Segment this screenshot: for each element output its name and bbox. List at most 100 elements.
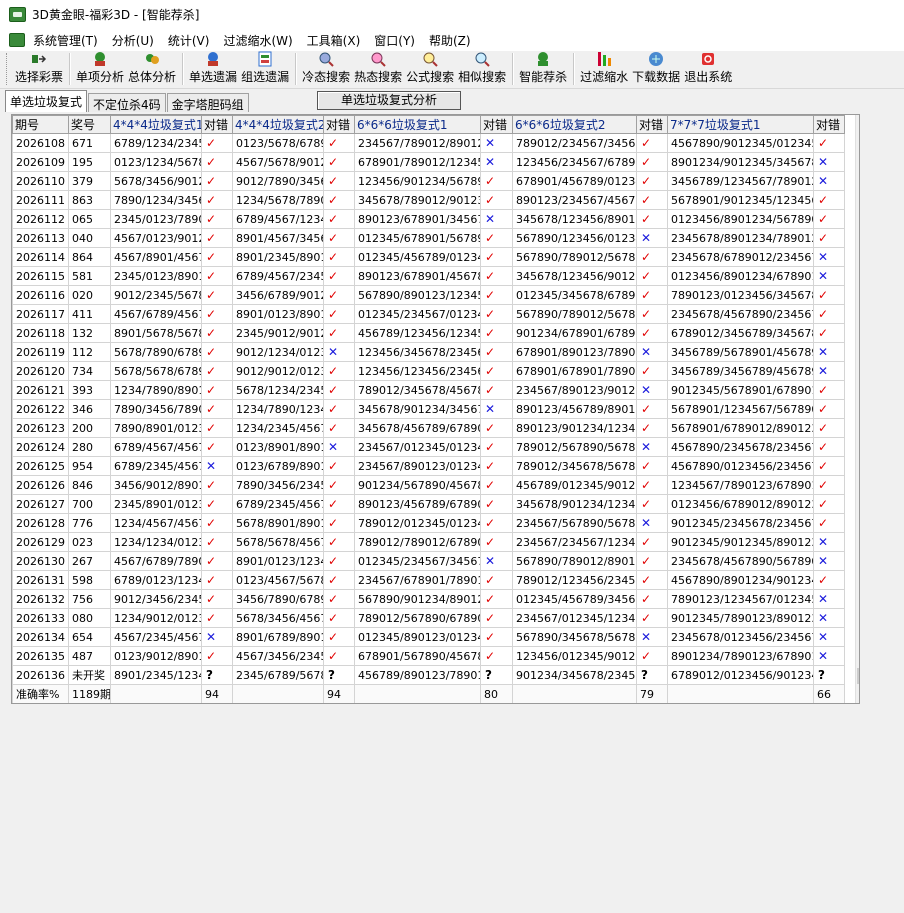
combo-cell: 9012/3456/2345 xyxy=(110,589,202,609)
correct-mark-icon: ✓ xyxy=(201,418,233,438)
table-row[interactable]: 2026116 020 9012/2345/5678 ✓ 3456/6789/9012 ✓… xyxy=(12,285,845,305)
table-row[interactable]: 2026136 未开奖 8901/2345/1234? 2345/6789/5678?… xyxy=(12,665,845,685)
menu-system[interactable]: 系统管理(T) xyxy=(33,32,98,49)
combo-cell: 234567/567890/567890 xyxy=(512,513,637,533)
toolbar-grip[interactable] xyxy=(6,53,9,85)
period-cell: 2026133 xyxy=(12,608,69,628)
cold-search-button[interactable]: 冷态搜索 xyxy=(300,50,352,88)
menu-toolbox[interactable]: 工具箱(X) xyxy=(307,32,361,49)
mdi-child-icon[interactable] xyxy=(9,33,25,47)
col-header-prize[interactable]: 奖号 xyxy=(68,115,111,134)
menu-statistics[interactable]: 统计(V) xyxy=(168,32,210,49)
period-cell: 2026114 xyxy=(12,247,69,267)
period-cell: 2026131 xyxy=(12,570,69,590)
table-row[interactable]: 2026127 700 2345/8901/0123 ✓ 6789/2345/4567 ✓… xyxy=(12,494,845,514)
table-row[interactable]: 2026126 846 3456/9012/8901 ✓ 7890/3456/2345 ✓… xyxy=(12,475,845,495)
table-row[interactable]: 2026112 065 2345/0123/7890 ✓ 6789/4567/1234 ✓… xyxy=(12,209,845,229)
col-header-combo[interactable]: 4*4*4垃圾复式1 xyxy=(110,115,202,134)
combo-cell: 012345/345678/678901 xyxy=(512,285,637,305)
tab-pyramid[interactable]: 金字塔胆码组 xyxy=(166,93,249,112)
overall-analysis-button[interactable]: 总体分析 xyxy=(126,50,178,88)
scroll-thumb[interactable] xyxy=(857,668,859,684)
menu-analysis[interactable]: 分析(U) xyxy=(112,32,154,49)
col-header-result[interactable]: 对错 xyxy=(636,115,668,134)
vertical-scrollbar[interactable]: ▲ ▼ xyxy=(855,115,859,703)
col-header-combo[interactable]: 7*7*7垃圾复式1 xyxy=(667,115,814,134)
correct-mark-icon: ✓ xyxy=(323,475,355,495)
single-omission-button[interactable]: 单选遗漏 xyxy=(187,50,239,88)
combo-cell: 890123/456789/678901 xyxy=(354,494,481,514)
combo-cell: 8901/0123/1234 xyxy=(232,551,324,571)
prize-cell: 280 xyxy=(68,437,111,457)
table-row[interactable]: 2026122 346 7890/3456/7890 ✓ 1234/7890/1234 ✓… xyxy=(12,399,845,419)
table-row[interactable]: 2026132 756 9012/3456/2345 ✓ 3456/7890/6789 ✓… xyxy=(12,589,845,609)
table-row[interactable]: 2026117 411 4567/6789/4567 ✓ 8901/0123/8901 ✓… xyxy=(12,304,845,324)
table-row[interactable]: 2026121 393 1234/7890/8901 ✓ 5678/1234/2345 ✓… xyxy=(12,380,845,400)
download-button[interactable]: 下载数据 xyxy=(630,50,682,88)
period-cell: 2026135 xyxy=(12,646,69,666)
table-row[interactable]: 2026123 200 7890/8901/0123 ✓ 1234/2345/4567 ✓… xyxy=(12,418,845,438)
col-header-result[interactable]: 对错 xyxy=(813,115,845,134)
smart-kill-button[interactable]: 智能荐杀 xyxy=(517,50,569,88)
menu-window[interactable]: 窗口(Y) xyxy=(374,32,415,49)
analyze-button[interactable]: 单选垃圾复式分析 xyxy=(317,91,461,110)
table-row[interactable]: 2026135 487 0123/9012/8901 ✓ 4567/3456/2345 ✓… xyxy=(12,646,845,666)
select-lottery-button[interactable]: 选择彩票 xyxy=(13,50,65,88)
combo-cell: 2345/6789/5678 xyxy=(232,665,324,685)
tab-single-garbage[interactable]: 单选垃圾复式 xyxy=(5,90,88,112)
tab-kill-4[interactable]: 不定位杀4码 xyxy=(88,93,166,112)
menu-filter[interactable]: 过滤缩水(W) xyxy=(223,32,292,49)
table-row[interactable]: 2026129 023 1234/1234/0123 ✓ 5678/5678/4567 ✓… xyxy=(12,532,845,552)
table-row[interactable]: 2026125 954 6789/2345/4567 ✕ 0123/6789/8901 ✓… xyxy=(12,456,845,476)
exit-button[interactable]: 退出系统 xyxy=(682,50,734,88)
col-header-result[interactable]: 对错 xyxy=(480,115,513,134)
combo-cell: 5678/3456/4567 xyxy=(232,608,324,628)
combo-cell: 8901234/7890123/6789012 xyxy=(667,646,814,666)
prize-cell: 487 xyxy=(68,646,111,666)
accuracy-cell: 1189期 xyxy=(68,684,111,703)
menu-help[interactable]: 帮助(Z) xyxy=(429,32,471,49)
scroll-down-icon[interactable]: ▼ xyxy=(856,686,859,703)
hot-search-button[interactable]: 热态搜索 xyxy=(352,50,404,88)
toolbar-label: 总体分析 xyxy=(128,70,177,84)
col-header-combo[interactable]: 6*6*6垃圾复式2 xyxy=(512,115,637,134)
table-row[interactable]: 2026130 267 4567/6789/7890 ✓ 8901/0123/1234 ✓… xyxy=(12,551,845,571)
table-row[interactable]: 2026119 112 5678/7890/6789 ✓ 9012/1234/0123 ✕… xyxy=(12,342,845,362)
filter-button[interactable]: 过滤缩水 xyxy=(578,50,630,88)
table-row[interactable]: 2026131 598 6789/0123/1234 ✓ 0123/4567/5678 ✓… xyxy=(12,570,845,590)
combo-cell: 0123/5678/6789 xyxy=(232,133,324,153)
table-row[interactable]: 2026128 776 1234/4567/4567 ✓ 5678/8901/8901 ✓… xyxy=(12,513,845,533)
table-row[interactable]: 2026114 864 4567/8901/4567 ✓ 8901/2345/8901 ✓… xyxy=(12,247,845,267)
col-header-combo[interactable]: 4*4*4垃圾复式2 xyxy=(232,115,324,134)
table-row[interactable]: 2026108 671 6789/1234/2345 ✓ 0123/5678/6789 ✓… xyxy=(12,133,845,153)
group-omission-button[interactable]: 组选遗漏 xyxy=(239,50,291,88)
col-header-period[interactable]: 期号 xyxy=(12,115,69,134)
correct-mark-icon: ✓ xyxy=(201,247,233,267)
combo-cell: 1234/9012/0123 xyxy=(110,608,202,628)
correct-mark-icon: ✓ xyxy=(636,551,668,571)
table-row[interactable]: 2026110 379 5678/3456/9012 ✓ 9012/7890/3456 ✓… xyxy=(12,171,845,191)
toolbar-label: 单选遗漏 xyxy=(189,70,238,84)
accuracy-row: 准确率% 1189期 94 94 80 79 66 xyxy=(12,684,845,703)
col-header-combo[interactable]: 6*6*6垃圾复式1 xyxy=(354,115,481,134)
combo-cell: 890123/678901/345678 xyxy=(354,209,481,229)
scroll-up-icon[interactable]: ▲ xyxy=(856,115,859,132)
period-cell: 2026136 xyxy=(12,665,69,685)
table-row[interactable]: 2026124 280 6789/4567/4567 ✓ 0123/8901/8901 ✕… xyxy=(12,437,845,457)
table-row[interactable]: 2026133 080 1234/9012/0123 ✓ 5678/3456/4567 ✓… xyxy=(12,608,845,628)
col-header-result[interactable]: 对错 xyxy=(201,115,233,134)
table-row[interactable]: 2026120 734 5678/5678/6789 ✓ 9012/9012/0123 ✓… xyxy=(12,361,845,381)
correct-mark-icon: ✓ xyxy=(636,152,668,172)
formula-search-button[interactable]: 公式搜索 xyxy=(404,50,456,88)
table-row[interactable]: 2026109 195 0123/1234/5678 ✓ 4567/5678/9012 ✓… xyxy=(12,152,845,172)
table-row[interactable]: 2026113 040 4567/0123/9012 ✓ 8901/4567/3456 ✓… xyxy=(12,228,845,248)
table-row[interactable]: 2026118 132 8901/5678/5678 ✓ 2345/9012/9012 ✓… xyxy=(12,323,845,343)
correct-mark-icon: ✓ xyxy=(480,494,513,514)
table-row[interactable]: 2026115 581 2345/0123/8901 ✓ 6789/4567/2345 ✓… xyxy=(12,266,845,286)
col-header-result[interactable]: 对错 xyxy=(323,115,355,134)
table-row[interactable]: 2026111 863 7890/1234/3456 ✓ 1234/5678/7890 ✓… xyxy=(12,190,845,210)
table-row[interactable]: 2026134 654 4567/2345/4567 ✕ 8901/6789/8901 ✓… xyxy=(12,627,845,647)
single-analysis-button[interactable]: 单项分析 xyxy=(74,50,126,88)
similar-search-button[interactable]: 相似搜索 xyxy=(456,50,508,88)
combo-cell: 0123/4567/5678 xyxy=(232,570,324,590)
